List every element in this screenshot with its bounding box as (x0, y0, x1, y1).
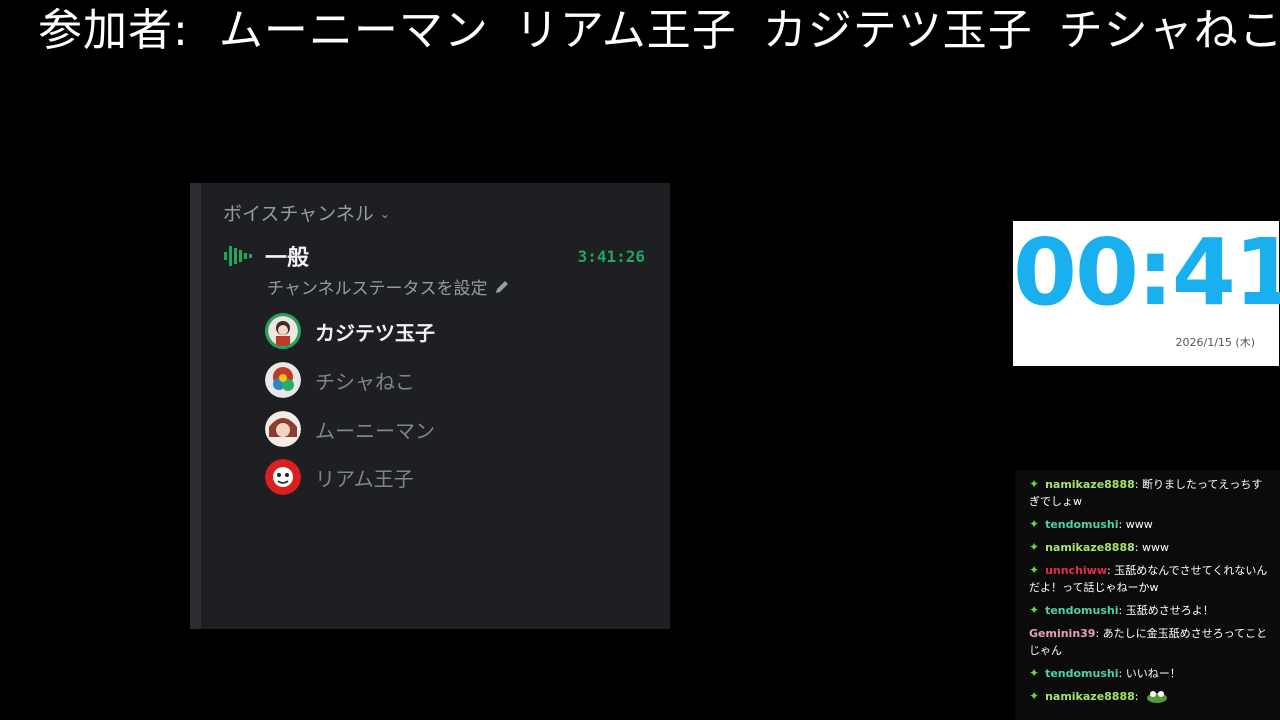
voice-channel-general[interactable]: 一般 3:41:26 (223, 241, 645, 271)
chat-separator: : (1134, 690, 1142, 703)
participant-name: ムーニーマン (218, 5, 489, 56)
chat-username[interactable]: Geminin39 (1029, 627, 1095, 640)
avatar (265, 313, 301, 349)
chat-message: ✦ namikaze8888: (1029, 688, 1272, 705)
chat-panel: ✦ namikaze8888: 断りましたってえっちすぎでしょw ✦ tendomus… (1015, 470, 1280, 720)
chat-separator: : (1095, 627, 1103, 640)
chat-message: ✦ tendomushi: いいねー！ (1029, 665, 1272, 682)
chat-separator: : (1118, 518, 1126, 531)
channel-status-label: チャンネルステータスを設定 (267, 279, 488, 299)
voice-wave-icon (224, 246, 252, 266)
pencil-icon (495, 280, 508, 293)
chat-username[interactable]: namikaze8888 (1045, 541, 1135, 554)
member-name: チシャねこ (315, 369, 415, 394)
chat-text: www (1125, 518, 1153, 531)
clock-time: 00:41 (1013, 219, 1280, 326)
clock-date: 2026/1/15 (木) (1175, 336, 1255, 349)
chat-text: www (1141, 541, 1169, 554)
chat-message: ✦ tendomushi: www (1029, 516, 1272, 533)
chat-separator: : (1134, 478, 1142, 491)
voice-member[interactable]: リアム王子 (265, 457, 414, 497)
member-name: リアム王子 (315, 466, 414, 491)
category-label: ボイスチャンネル (223, 203, 374, 225)
frog-emote-icon (1146, 691, 1167, 703)
chat-username[interactable]: namikaze8888 (1045, 690, 1135, 703)
sparkle-badge-icon: ✦ (1029, 563, 1040, 577)
chat-separator: : (1118, 604, 1126, 617)
sparkle-badge-icon: ✦ (1029, 666, 1040, 680)
member-name: ムーニーマン (315, 418, 435, 443)
participant-name: リアム王子 (514, 5, 737, 56)
participants-label: 参加者: (38, 5, 189, 56)
avatar (265, 362, 301, 398)
channel-name: 一般 (265, 246, 310, 271)
avatar (265, 459, 301, 495)
member-name: カジテツ玉子 (315, 320, 435, 345)
set-channel-status[interactable]: チャンネルステータスを設定 (267, 274, 510, 299)
stream-overlay: 参加者: ムーニーマン リアム王子 カジテツ玉子 チシャねこ ボイスチャンネル … (0, 0, 1280, 720)
discord-voice-panel: ボイスチャンネル ⌄ 一般 3:41:26 チャンネルステータスを設定 カジテツ… (190, 183, 670, 629)
participant-name: チシャねこ (1058, 5, 1280, 56)
sparkle-badge-icon: ✦ (1029, 477, 1040, 491)
voice-member[interactable]: チシャねこ (265, 360, 415, 400)
avatar (265, 411, 301, 447)
sparkle-badge-icon: ✦ (1029, 517, 1040, 531)
sparkle-badge-icon: ✦ (1029, 603, 1040, 617)
chat-message: ✦ unnchiww: 玉舐めなんでさせてくれないんだよ！って話じゃねーかw (1029, 562, 1272, 596)
chat-username[interactable]: tendomushi (1045, 667, 1118, 680)
chat-text: 玉舐めさせろよ！ (1125, 604, 1214, 617)
chat-message: ✦ tendomushi: 玉舐めさせろよ！ (1029, 602, 1272, 619)
chat-username[interactable]: tendomushi (1045, 604, 1118, 617)
chat-username[interactable]: namikaze8888 (1045, 478, 1135, 491)
call-timer: 3:41:26 (577, 246, 645, 266)
chevron-down-icon: ⌄ (379, 207, 390, 221)
sparkle-badge-icon: ✦ (1029, 689, 1040, 703)
chat-separator: : (1134, 541, 1142, 554)
sparkle-badge-icon: ✦ (1029, 540, 1040, 554)
chat-separator: : (1118, 667, 1126, 680)
voice-member[interactable]: カジテツ玉子 (265, 311, 435, 351)
chat-username[interactable]: tendomushi (1045, 518, 1118, 531)
voice-channels-category[interactable]: ボイスチャンネル ⌄ (223, 199, 390, 226)
chat-message: Geminin39: あたしに金玉舐めさせろってことじゃん (1029, 625, 1272, 659)
chat-text: いいねー！ (1125, 667, 1181, 680)
voice-member[interactable]: ムーニーマン (265, 409, 435, 449)
participants-banner: 参加者: ムーニーマン リアム王子 カジテツ玉子 チシャねこ (38, 0, 1280, 56)
chat-username[interactable]: unnchiww (1045, 564, 1107, 577)
clock-widget: 00:41 2026/1/15 (木) (1013, 219, 1280, 366)
chat-message: ✦ namikaze8888: 断りましたってえっちすぎでしょw (1029, 476, 1272, 510)
chat-message: ✦ namikaze8888: www (1029, 539, 1272, 556)
participant-name: カジテツ玉子 (762, 5, 1033, 56)
